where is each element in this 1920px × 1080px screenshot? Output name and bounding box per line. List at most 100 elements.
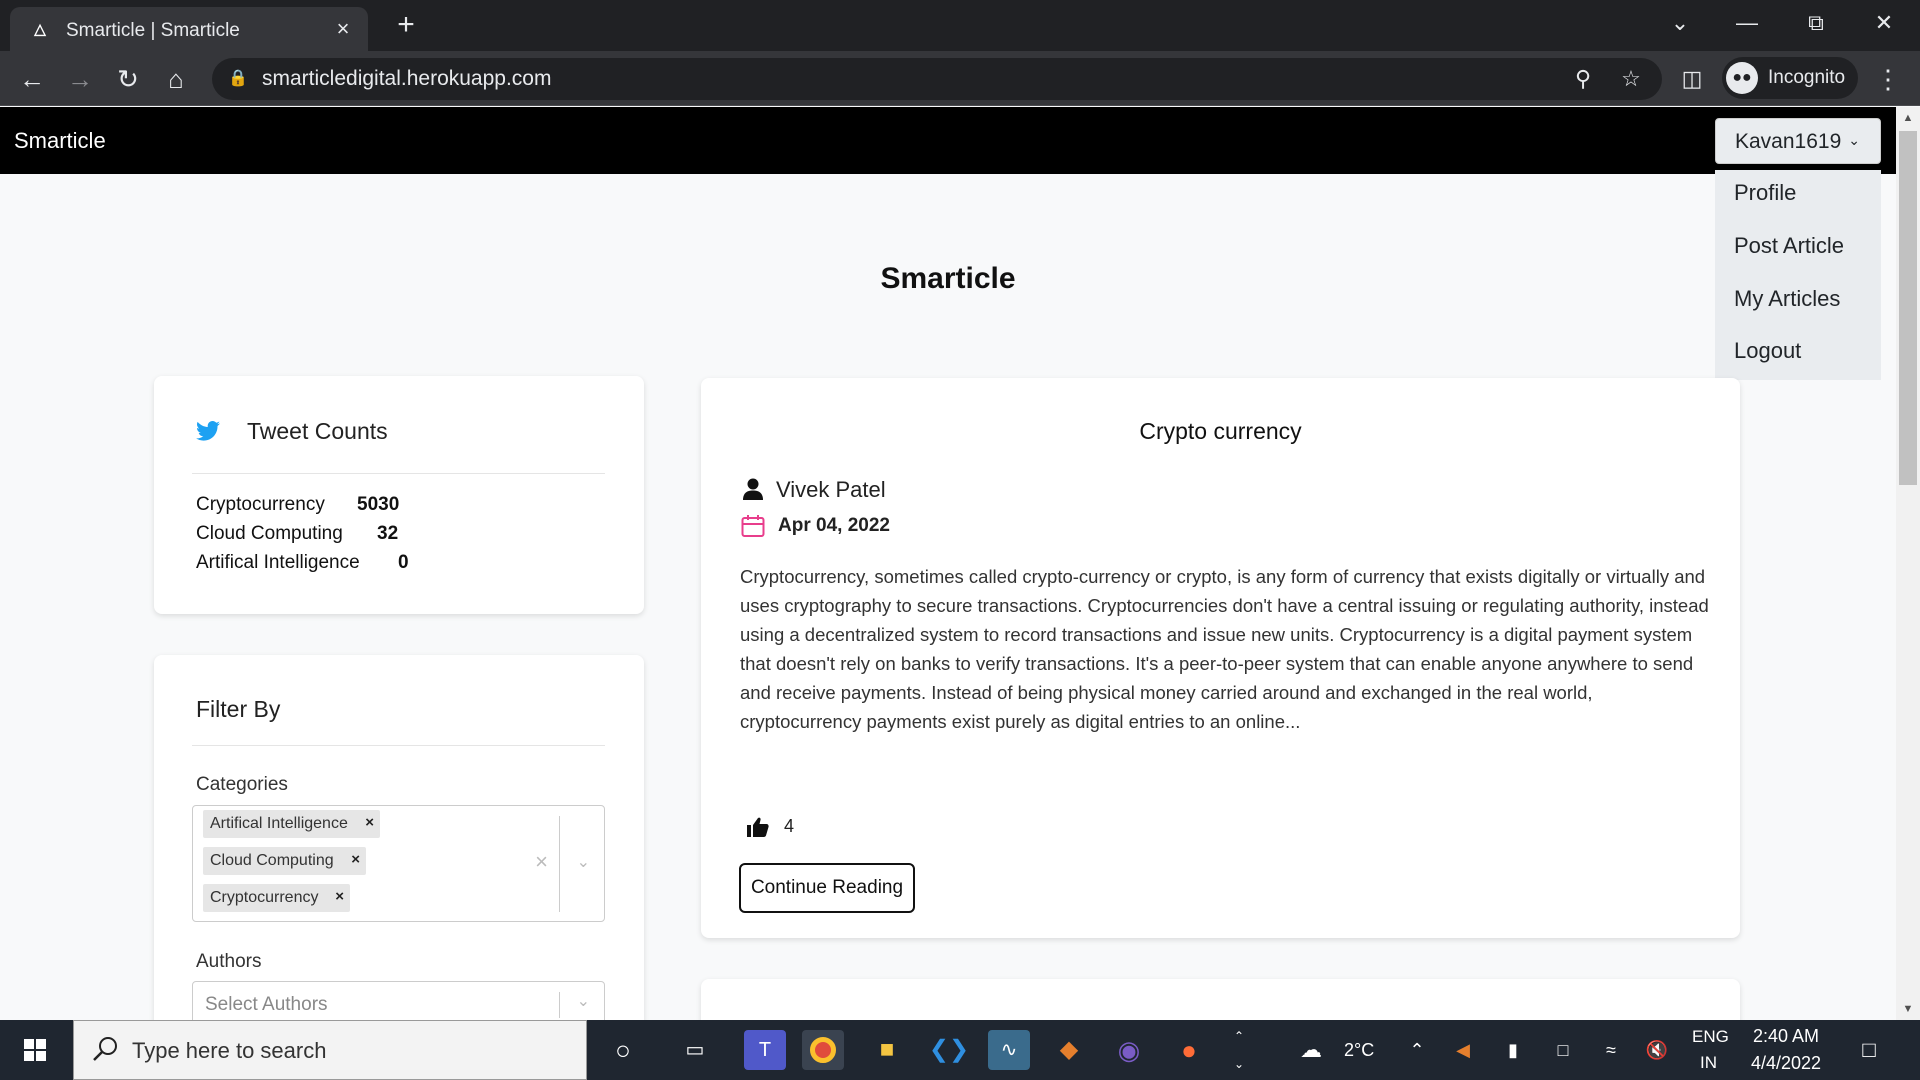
tab-search-icon[interactable]: ⌄ bbox=[1660, 6, 1700, 40]
zoom-icon[interactable]: ⚲ bbox=[1568, 64, 1598, 94]
divider bbox=[192, 473, 605, 474]
like-count: 4 bbox=[784, 816, 795, 836]
tweet-counts-heading: Tweet Counts bbox=[247, 418, 388, 444]
select-separator bbox=[559, 816, 560, 912]
show-hidden-icons-icon[interactable]: ⌃ bbox=[1404, 1038, 1430, 1062]
battery-icon[interactable]: ▮ bbox=[1500, 1038, 1526, 1062]
region-code[interactable]: IN bbox=[1700, 1053, 1717, 1073]
category-chip: Cryptocurrency × bbox=[203, 884, 350, 912]
tweet-count-value: 5030 bbox=[357, 494, 400, 515]
scrollbar-thumb[interactable] bbox=[1899, 131, 1917, 485]
teams-icon[interactable]: T bbox=[744, 1030, 786, 1070]
search-icon bbox=[93, 1037, 117, 1061]
page-title: Smarticle bbox=[880, 262, 1016, 295]
authors-label: Authors bbox=[196, 951, 262, 972]
chevron-down-icon[interactable]: ⌄ bbox=[577, 991, 590, 1011]
clock-date[interactable]: 4/4/2022 bbox=[1751, 1053, 1821, 1074]
thumbs-up-icon[interactable] bbox=[747, 817, 769, 837]
site-favicon-icon: △ bbox=[34, 21, 46, 38]
scroll-up-icon[interactable]: ⌃ bbox=[1226, 1024, 1252, 1048]
browser-tabstrip: △ Smarticle | Smarticle × + ⌄ — ⧉ ✕ bbox=[0, 0, 1920, 51]
home-icon[interactable]: ⌂ bbox=[158, 61, 194, 97]
bookmark-star-icon[interactable]: ☆ bbox=[1616, 64, 1646, 94]
menu-item-profile[interactable]: Profile bbox=[1734, 180, 1796, 206]
scroll-down-icon[interactable]: ⌄ bbox=[1226, 1052, 1252, 1076]
incognito-icon: ●● bbox=[1726, 62, 1758, 94]
browser-menu-icon[interactable]: ⋮ bbox=[1870, 61, 1906, 97]
vscode-icon[interactable]: ❮❯ bbox=[928, 1030, 970, 1070]
restore-icon[interactable]: ⧉ bbox=[1796, 6, 1836, 40]
reload-icon[interactable]: ↻ bbox=[110, 61, 146, 97]
menu-item-post-article[interactable]: Post Article bbox=[1734, 233, 1844, 259]
chevron-down-icon[interactable]: ⌄ bbox=[577, 852, 590, 872]
category-chip-label: Artifical Intelligence bbox=[210, 815, 348, 832]
forward-icon[interactable]: → bbox=[62, 61, 98, 97]
select-separator bbox=[559, 992, 560, 1018]
weather-temp[interactable]: 2°C bbox=[1344, 1040, 1374, 1061]
calendar-icon bbox=[741, 515, 765, 537]
git-icon[interactable]: ◆ bbox=[1048, 1030, 1090, 1070]
new-tab-icon[interactable]: + bbox=[390, 9, 422, 41]
browser-tab[interactable]: △ Smarticle | Smarticle × bbox=[10, 7, 368, 51]
page-scrollbar[interactable]: ▲ ▼ bbox=[1896, 107, 1920, 1020]
scroll-up-icon[interactable]: ▲ bbox=[1896, 109, 1920, 127]
filter-heading: Filter By bbox=[196, 696, 281, 722]
authors-select[interactable]: Select Authors ⌄ bbox=[192, 981, 605, 1020]
clear-selection-icon[interactable]: × bbox=[535, 849, 548, 875]
eclipse-icon[interactable]: ◉ bbox=[1108, 1030, 1150, 1070]
window-close-icon[interactable]: ✕ bbox=[1864, 6, 1904, 40]
cortana-icon[interactable]: ○ bbox=[602, 1030, 644, 1070]
minimize-icon[interactable]: — bbox=[1727, 6, 1767, 40]
clock-time[interactable]: 2:40 AM bbox=[1753, 1026, 1819, 1047]
tweet-count-name: Cryptocurrency bbox=[196, 494, 325, 515]
tweet-count-value: 32 bbox=[377, 523, 399, 544]
address-bar[interactable]: 🔒 smarticledigital.herokuapp.com ⚲ ☆ bbox=[212, 58, 1662, 100]
browser-toolbar: ← → ↻ ⌂ 🔒 smarticledigital.herokuapp.com… bbox=[0, 51, 1920, 106]
scroll-down-icon[interactable]: ▼ bbox=[1896, 1000, 1920, 1018]
remove-chip-icon[interactable]: × bbox=[351, 851, 360, 868]
url-text[interactable]: smarticledigital.herokuapp.com bbox=[262, 67, 551, 91]
notifications-icon[interactable]: □ bbox=[1856, 1038, 1882, 1062]
windows-start-icon[interactable] bbox=[10, 1030, 60, 1070]
side-panel-icon[interactable]: ◫ bbox=[1674, 61, 1710, 97]
task-view-icon[interactable]: ▭ bbox=[674, 1030, 716, 1070]
search-placeholder: Type here to search bbox=[132, 1038, 327, 1063]
authors-placeholder: Select Authors bbox=[205, 994, 328, 1015]
taskbar-search[interactable]: Type here to search bbox=[73, 1020, 587, 1080]
category-chip-label: Cloud Computing bbox=[210, 852, 334, 869]
category-chip-label: Cryptocurrency bbox=[210, 889, 319, 906]
tab-close-icon[interactable]: × bbox=[330, 16, 356, 42]
user-name: Kavan1619 bbox=[1735, 130, 1842, 153]
user-menu-button[interactable]: Kavan1619 ⌄ bbox=[1715, 118, 1881, 164]
incognito-profile[interactable]: ●● Incognito bbox=[1722, 57, 1858, 99]
author-name: Vivek Patel bbox=[776, 477, 886, 502]
meet-now-icon[interactable]: □ bbox=[1550, 1038, 1576, 1062]
tab-title: Smarticle | Smarticle bbox=[66, 20, 240, 41]
twitter-icon bbox=[196, 421, 220, 441]
incognito-label: Incognito bbox=[1768, 67, 1846, 88]
wifi-icon[interactable]: ≈ bbox=[1598, 1038, 1624, 1062]
chrome-icon[interactable] bbox=[802, 1030, 844, 1070]
postman-icon[interactable]: ● bbox=[1168, 1030, 1210, 1070]
back-icon[interactable]: ← bbox=[14, 61, 50, 97]
speaker-app-icon[interactable]: ◀ bbox=[1450, 1038, 1476, 1062]
lock-icon[interactable]: 🔒 bbox=[228, 68, 248, 90]
filter-card: Filter By Categories Artifical Intellige… bbox=[154, 655, 644, 1020]
tweet-count-value: 0 bbox=[398, 552, 409, 573]
weather-icon[interactable]: ☁ bbox=[1296, 1038, 1326, 1062]
tweet-count-name: Artifical Intelligence bbox=[196, 552, 360, 573]
continue-reading-button[interactable]: Continue Reading bbox=[739, 863, 915, 913]
mysql-workbench-icon[interactable]: ∿ bbox=[988, 1030, 1030, 1070]
categories-select[interactable]: Artifical Intelligence × Cloud Computing… bbox=[192, 805, 605, 922]
article-title[interactable]: Crypto currency bbox=[701, 418, 1740, 445]
article-date: Apr 04, 2022 bbox=[778, 515, 890, 536]
remove-chip-icon[interactable]: × bbox=[365, 814, 374, 831]
category-chip: Artifical Intelligence × bbox=[203, 810, 380, 838]
chevron-down-icon: ⌄ bbox=[1848, 132, 1860, 148]
menu-item-logout[interactable]: Logout bbox=[1734, 338, 1801, 364]
remove-chip-icon[interactable]: × bbox=[335, 888, 344, 905]
file-explorer-icon[interactable]: ■ bbox=[866, 1030, 908, 1070]
navbar-brand[interactable]: Smarticle bbox=[14, 128, 106, 154]
volume-muted-icon[interactable]: 🔇 bbox=[1644, 1038, 1670, 1062]
language-code[interactable]: ENG bbox=[1692, 1027, 1729, 1047]
